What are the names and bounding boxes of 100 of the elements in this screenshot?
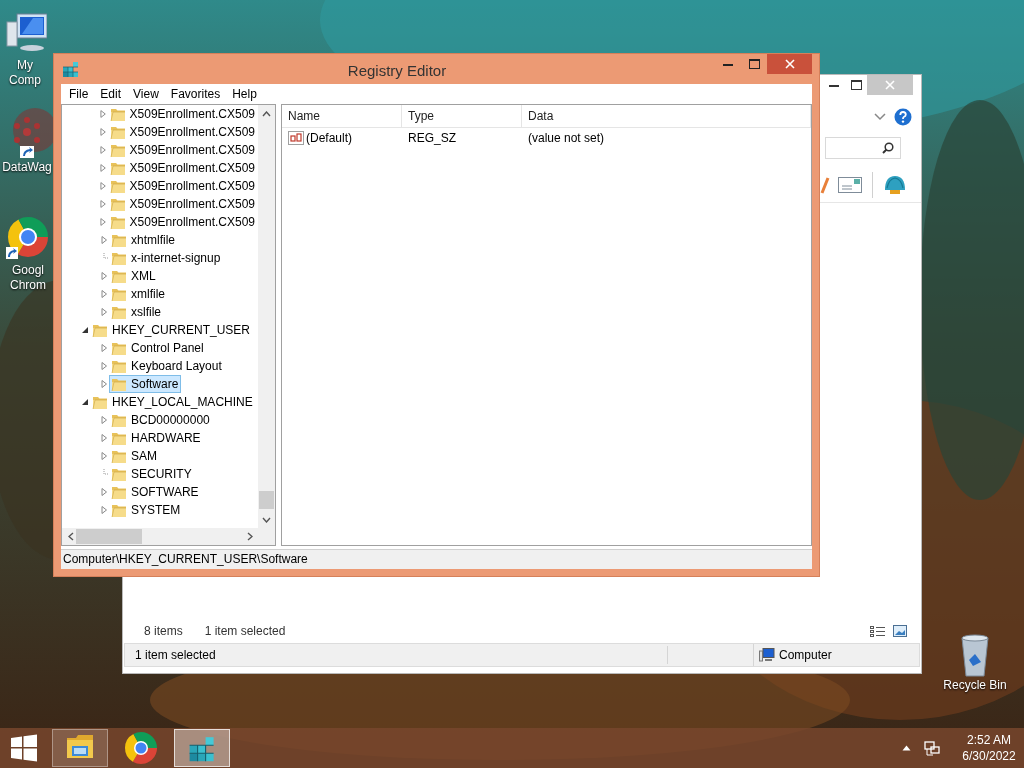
desktop-icon[interactable]: Recycle Bin [940, 630, 1010, 693]
thumbnail-view-icon[interactable] [893, 625, 907, 637]
expand-icon[interactable] [99, 235, 109, 245]
desktop-icon[interactable]: My Comp [0, 10, 50, 88]
column-header[interactable]: Name [282, 105, 402, 128]
expand-icon[interactable] [97, 199, 108, 209]
tree-item[interactable]: xhtmlfile [109, 231, 178, 249]
taskbar-button[interactable] [174, 729, 230, 767]
location-label: Computer [779, 647, 832, 664]
windows-logo-icon [10, 734, 38, 762]
status-text: 1 item selected [125, 646, 668, 664]
expand-icon[interactable] [97, 145, 108, 155]
expand-icon[interactable] [99, 505, 109, 515]
collapse-icon[interactable] [80, 325, 90, 335]
tree-item[interactable]: SECURITY [109, 465, 195, 483]
stroke-icon[interactable] [820, 175, 830, 194]
chevron-up-icon [262, 110, 271, 117]
maximize-icon [850, 80, 862, 90]
tree-item[interactable]: X509Enrollment.CX509 [107, 177, 258, 195]
folder-icon [111, 376, 127, 392]
menu-item[interactable]: View [127, 85, 165, 103]
tree-item[interactable]: BCD00000000 [109, 411, 213, 429]
tree-item[interactable]: xmlfile [109, 285, 168, 303]
menu-item[interactable]: Edit [94, 85, 128, 103]
tree-item[interactable]: SOFTWARE [109, 483, 202, 501]
expand-icon[interactable] [97, 127, 108, 137]
expand-icon[interactable] [99, 343, 109, 353]
folder-icon [111, 250, 127, 266]
tree-item[interactable]: Software [109, 375, 182, 393]
folder-icon [109, 124, 126, 140]
tree-item[interactable]: HKEY_LOCAL_MACHINE [90, 393, 256, 411]
expand-icon[interactable] [99, 289, 109, 299]
collapse-icon[interactable] [80, 397, 90, 407]
close-icon [885, 80, 895, 90]
expand-icon[interactable] [99, 379, 109, 389]
table-cell-text: REG_SZ [407, 130, 457, 147]
tree-item[interactable]: X509Enrollment.CX509 [107, 123, 258, 141]
scroll-thumb[interactable] [76, 529, 142, 544]
chevron-down-icon[interactable] [874, 113, 886, 121]
table-cell-text: (value not set) [527, 130, 606, 147]
tree-item[interactable]: XML [109, 267, 159, 285]
taskbar-button[interactable] [52, 729, 108, 767]
expand-icon[interactable] [99, 307, 109, 317]
details-view-icon[interactable] [870, 625, 885, 637]
column-header[interactable]: Data [522, 105, 811, 128]
item-count: 8 items [144, 623, 183, 640]
tree-item[interactable]: Control Panel [109, 339, 207, 357]
expand-icon[interactable] [99, 361, 109, 371]
tree-item[interactable]: X509Enrollment.CX509 [107, 141, 258, 159]
menu-item[interactable]: Help [226, 85, 263, 103]
help-icon[interactable] [894, 108, 912, 126]
tree-item[interactable]: xslfile [109, 303, 164, 321]
tree-item[interactable]: Keyboard Layout [109, 357, 225, 375]
expand-icon[interactable] [97, 163, 108, 173]
scroll-thumb[interactable] [259, 491, 274, 509]
folder-icon [109, 196, 126, 212]
expand-icon[interactable] [99, 487, 109, 497]
column-header[interactable]: Type [402, 105, 522, 128]
value-name[interactable]: (Default) [306, 129, 352, 147]
tree-item[interactable]: X509Enrollment.CX509 [107, 213, 258, 231]
folder-icon [111, 502, 127, 518]
tree-item[interactable]: X509Enrollment.CX509 [107, 195, 258, 213]
folder-icon [111, 286, 127, 302]
folder-icon [111, 466, 127, 482]
shell-icon[interactable] [883, 173, 907, 196]
folder-icon [111, 268, 127, 284]
search-field[interactable] [825, 137, 901, 159]
tree-item[interactable]: X509Enrollment.CX509 [107, 159, 258, 177]
tree-item[interactable]: X509Enrollment.CX509 [107, 105, 258, 123]
cubes-icon [62, 60, 79, 78]
folder-icon [111, 484, 127, 500]
menu-item[interactable]: File [63, 85, 95, 103]
tree-item[interactable]: x-internet-signup [109, 249, 224, 267]
horizontal-scrollbar[interactable] [62, 528, 258, 545]
computer-icon [759, 648, 775, 662]
tree-item[interactable]: SAM [109, 447, 160, 465]
chevron-up-icon[interactable] [902, 745, 911, 751]
envelope-icon[interactable] [838, 176, 862, 193]
expand-icon[interactable] [97, 109, 108, 119]
close-icon [784, 59, 795, 69]
folder-icon [111, 304, 127, 320]
folder-icon [109, 160, 126, 176]
clock-date[interactable]: 6/30/2022 [954, 748, 1024, 764]
clock-time[interactable]: 2:52 AM [954, 732, 1024, 748]
tree-item[interactable]: HARDWARE [109, 429, 204, 447]
expand-icon[interactable] [97, 181, 108, 191]
folder-icon [109, 214, 126, 230]
tree-item[interactable]: HKEY_CURRENT_USER [90, 321, 254, 339]
chevron-right-icon [246, 532, 253, 541]
folder-icon [109, 106, 126, 122]
vertical-scrollbar[interactable] [258, 105, 275, 528]
tree-item[interactable]: SYSTEM [109, 501, 184, 519]
expand-icon[interactable] [99, 433, 109, 443]
menu-item[interactable]: Favorites [164, 85, 227, 103]
network-icon[interactable] [924, 740, 940, 756]
folder-icon [109, 142, 126, 158]
expand-icon[interactable] [99, 415, 109, 425]
desktop-icon[interactable]: DataWag [2, 112, 52, 175]
expand-icon[interactable] [99, 451, 109, 461]
expand-icon[interactable] [97, 217, 108, 227]
